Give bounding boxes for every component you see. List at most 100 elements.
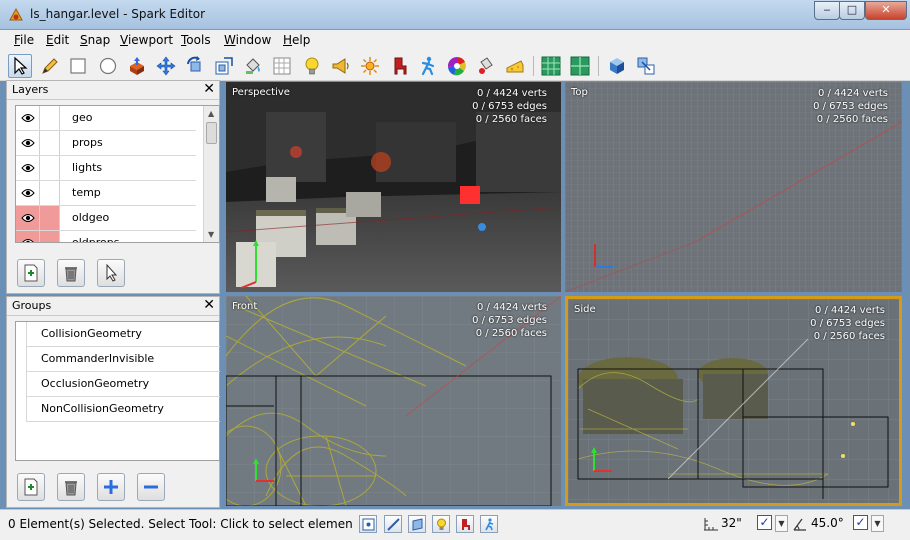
layer-list-scrollbar[interactable]: ▲ ▼ [203,106,219,242]
add-group-button[interactable] [17,473,45,501]
viewport-front[interactable]: Front 0 / 4424 verts 0 / 6753 edges 0 / … [226,296,561,506]
menu-help[interactable]: Help [283,33,310,47]
layer-row[interactable]: lights [16,156,196,181]
scroll-down-icon[interactable]: ▼ [208,230,214,239]
lock-toggle[interactable] [40,181,60,205]
close-button[interactable]: ✕ [865,1,907,20]
delete-layer-button[interactable] [57,259,85,287]
title-bar: ls_hangar.level - Spark Editor ‒ □ ✕ [0,0,910,30]
light-bulb-icon [436,518,446,530]
angle-dropdown[interactable]: ▼ [871,515,884,532]
select-layer-button[interactable] [97,259,125,287]
lock-toggle[interactable] [40,206,60,230]
group-row[interactable]: CommanderInvisible [26,347,220,372]
minus-icon [144,485,158,489]
group-list: CollisionGeometry CommanderInvisible Occlu… [15,321,220,461]
light-bulb-icon [305,57,319,75]
layer-row[interactable]: oldprops [16,231,196,242]
grid-size-dropdown[interactable]: ▼ [775,515,788,532]
sun-light-button[interactable] [358,54,382,78]
layer-name: oldgeo [72,211,110,224]
layer-row[interactable]: geo [16,106,196,131]
group-row[interactable]: OcclusionGeometry [26,372,220,397]
scroll-thumb[interactable] [206,122,217,144]
lock-toggle[interactable] [40,131,60,155]
extrude-tool-button[interactable] [125,54,149,78]
visibility-toggle[interactable] [16,131,40,155]
lock-toggle[interactable] [40,106,60,130]
delete-group-button[interactable] [57,473,85,501]
cube-icon [610,58,624,74]
visibility-toggle[interactable] [16,206,40,230]
snap-vertex-button[interactable] [359,515,377,533]
layers-panel-close-icon[interactable]: ✕ [203,81,215,97]
angle-value[interactable]: 45.0° [811,516,844,535]
layer-row[interactable]: props [16,131,196,156]
minimize-button[interactable]: ‒ [814,1,840,20]
show-props-button[interactable] [456,515,474,533]
show-entities-button[interactable] [480,515,498,533]
show-lights-button[interactable] [432,515,450,533]
viewport-perspective[interactable]: Perspective 0 / 4424 verts 0 / 6753 edge… [226,82,561,292]
layer-row[interactable]: oldgeo [16,206,196,231]
sound-icon [332,58,349,74]
verts-count: 0 / 4424 verts [476,302,547,313]
cheese-tool-button[interactable] [503,54,527,78]
rotate-tool-button[interactable] [183,54,207,78]
grid-view-alt-button[interactable] [568,54,592,78]
viewport-top[interactable]: Top 0 / 4424 verts 0 / 6753 edges 0 / 25… [565,82,902,292]
menu-tools[interactable]: Tools [181,33,211,47]
grid-size-value[interactable]: 32" [721,516,742,535]
texture-grid-button[interactable] [270,54,294,78]
verts-count: 0 / 4424 verts [814,305,885,316]
viewport-side[interactable]: Side 0 / 4424 verts 0 / 6753 edges 0 / 2… [565,296,902,506]
move-tool-button[interactable] [154,54,178,78]
visibility-toggle[interactable] [16,156,40,180]
entity-tool-button[interactable] [416,54,440,78]
maximize-button[interactable]: □ [839,1,865,20]
visibility-toggle[interactable] [16,181,40,205]
plus-icon [104,480,118,494]
select-arrow-icon [106,264,118,282]
resize-view-button[interactable] [634,54,658,78]
select-tool-button[interactable] [8,54,32,78]
group-row[interactable]: NonCollisionGeometry [26,397,220,422]
snap-edge-button[interactable] [384,515,402,533]
prop-tool-button[interactable] [388,54,412,78]
rectangle-tool-button[interactable] [66,54,90,78]
visibility-toggle[interactable] [16,106,40,130]
eye-icon [20,214,35,222]
snap-face-button[interactable] [408,515,426,533]
layer-name: props [72,136,103,149]
minimize-icon: ‒ [823,3,831,16]
groups-panel-close-icon[interactable]: ✕ [203,297,215,313]
grid-snap-checkbox[interactable]: ✓ [757,515,772,530]
visibility-toggle[interactable] [16,231,40,242]
pencil-tool-button[interactable] [38,54,62,78]
add-layer-button[interactable] [17,259,45,287]
menu-snap[interactable]: Snap [80,33,110,47]
menu-edit[interactable]: Edit [46,33,69,47]
grid-view-button[interactable] [539,54,563,78]
cube-view-button[interactable] [605,54,629,78]
menu-window[interactable]: Window [224,33,271,47]
scroll-up-icon[interactable]: ▲ [208,109,214,118]
menu-viewport[interactable]: Viewport [120,33,173,47]
remove-from-group-button[interactable] [137,473,165,501]
lock-toggle[interactable] [40,231,60,242]
viewport-label: Front [232,301,258,312]
paint-tool-button[interactable] [241,54,265,78]
lock-toggle[interactable] [40,156,60,180]
group-row[interactable]: CollisionGeometry [26,322,220,347]
material-tool-button[interactable] [474,54,498,78]
group-name: NonCollisionGeometry [41,402,164,415]
add-to-group-button[interactable] [97,473,125,501]
circle-tool-button[interactable] [96,54,120,78]
sound-tool-button[interactable] [329,54,353,78]
light-tool-button[interactable] [300,54,324,78]
layer-row[interactable]: temp [16,181,196,206]
color-tool-button[interactable] [445,54,469,78]
menu-file[interactable]: File [14,33,34,47]
angle-snap-checkbox[interactable]: ✓ [853,515,868,530]
scale-tool-button[interactable] [212,54,236,78]
